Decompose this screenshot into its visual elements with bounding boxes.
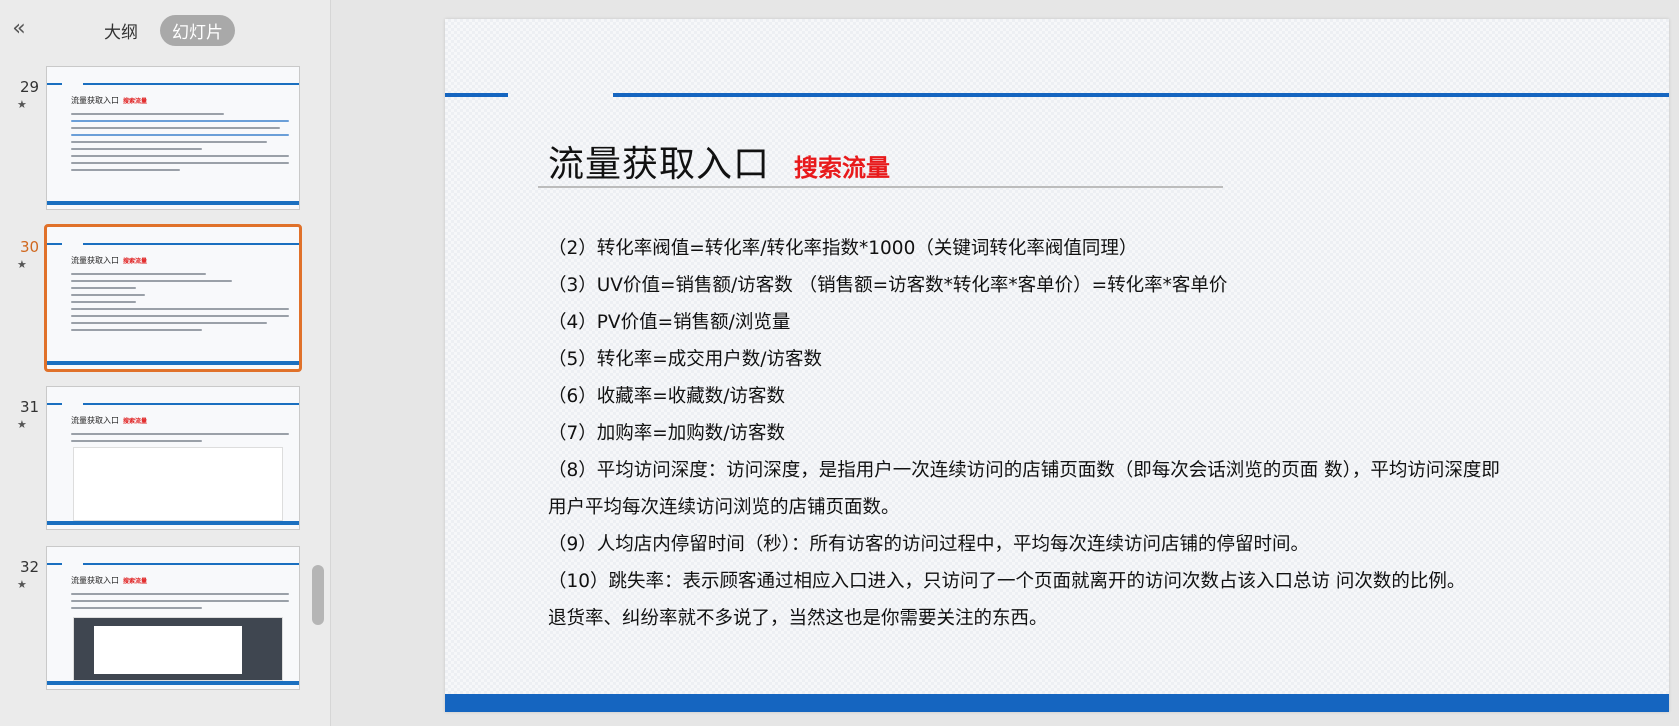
slide-title-main: 流量获取入口 bbox=[548, 144, 771, 185]
slide-thumbnail-panel: « 大纲 幻灯片 29 ★ 流量获取入口 搜索流量 30 ★ 流量获取入口 搜索… bbox=[0, 0, 331, 726]
star-icon: ★ bbox=[17, 98, 27, 111]
body-line: （9）人均店内停留时间（秒）：所有访客的访问过程中，平均每次连续访问店铺的停留时… bbox=[548, 534, 1310, 555]
view-tabs: 大纲 幻灯片 bbox=[92, 15, 235, 46]
slide-thumbnail-29[interactable]: 流量获取入口 搜索流量 bbox=[46, 66, 300, 210]
thumbnail-title: 流量获取入口 搜索流量 bbox=[71, 416, 148, 425]
star-icon: ★ bbox=[17, 578, 27, 591]
slide-number: 31 bbox=[20, 398, 40, 416]
thumbnail-image bbox=[73, 447, 283, 521]
double-chevron-left-icon[interactable]: « bbox=[8, 18, 30, 40]
body-line: 退货率、纠纷率就不多说了，当然这也是你需要关注的东西。 bbox=[548, 608, 1048, 629]
slide-number: 32 bbox=[20, 558, 40, 576]
thumbnail-title: 流量获取入口 搜索流量 bbox=[71, 576, 148, 585]
body-line: （10）跳失率：表示顾客通过相应入口进入，只访问了一个页面就离开的访问次数占该入… bbox=[548, 571, 1466, 592]
slide-body-text[interactable]: （2）转化率阀值=转化率/转化率指数*1000（关键词转化率阀值同理） （3）U… bbox=[548, 230, 1653, 637]
slide-thumbnail-32[interactable]: 流量获取入口 搜索流量 bbox=[46, 546, 300, 690]
body-line: （3）UV价值=销售额/访客数 （销售额=访客数*转化率*客单价）=转化率*客单… bbox=[548, 275, 1228, 296]
slide-thumbnail-30[interactable]: 流量获取入口 搜索流量 bbox=[44, 224, 302, 372]
slide-subtitle: 搜索流量 bbox=[794, 154, 891, 182]
header-accent-bar bbox=[445, 93, 508, 97]
thumbnail-title: 流量获取入口 搜索流量 bbox=[71, 96, 148, 105]
slide-title[interactable]: 流量获取入口 搜索流量 bbox=[548, 135, 890, 187]
thumbnail-image bbox=[73, 617, 283, 681]
body-line: （4）PV价值=销售额/浏览量 bbox=[548, 312, 791, 333]
header-accent-bar bbox=[613, 93, 1669, 97]
slide-number: 30 bbox=[20, 238, 40, 256]
slide-canvas[interactable]: 流量获取入口 搜索流量 （2）转化率阀值=转化率/转化率指数*1000（关键词转化… bbox=[445, 19, 1669, 712]
body-line: 用户平均每次连续访问浏览的店铺页面数。 bbox=[548, 497, 900, 518]
thumbnail-scrollbar[interactable] bbox=[312, 565, 324, 625]
body-line: （5）转化率=成交用户数/访客数 bbox=[548, 349, 823, 370]
slide-thumbnail-31[interactable]: 流量获取入口 搜索流量 bbox=[46, 386, 300, 530]
tab-outline[interactable]: 大纲 bbox=[92, 15, 150, 46]
star-icon: ★ bbox=[17, 258, 27, 271]
star-icon: ★ bbox=[17, 418, 27, 431]
body-line: （7）加购率=加购数/访客数 bbox=[548, 423, 786, 444]
tab-slides[interactable]: 幻灯片 bbox=[160, 15, 235, 46]
body-line: （6）收藏率=收藏数/访客数 bbox=[548, 386, 786, 407]
footer-accent-bar bbox=[445, 694, 1669, 712]
body-line: （8）平均访问深度：访问深度，是指用户一次连续访问的店铺页面数（即每次会话浏览的… bbox=[548, 460, 1500, 481]
body-line: （2）转化率阀值=转化率/转化率指数*1000（关键词转化率阀值同理） bbox=[548, 238, 1138, 259]
slide-number: 29 bbox=[20, 78, 40, 96]
thumbnail-title: 流量获取入口 搜索流量 bbox=[71, 256, 148, 265]
title-divider bbox=[538, 186, 1223, 188]
